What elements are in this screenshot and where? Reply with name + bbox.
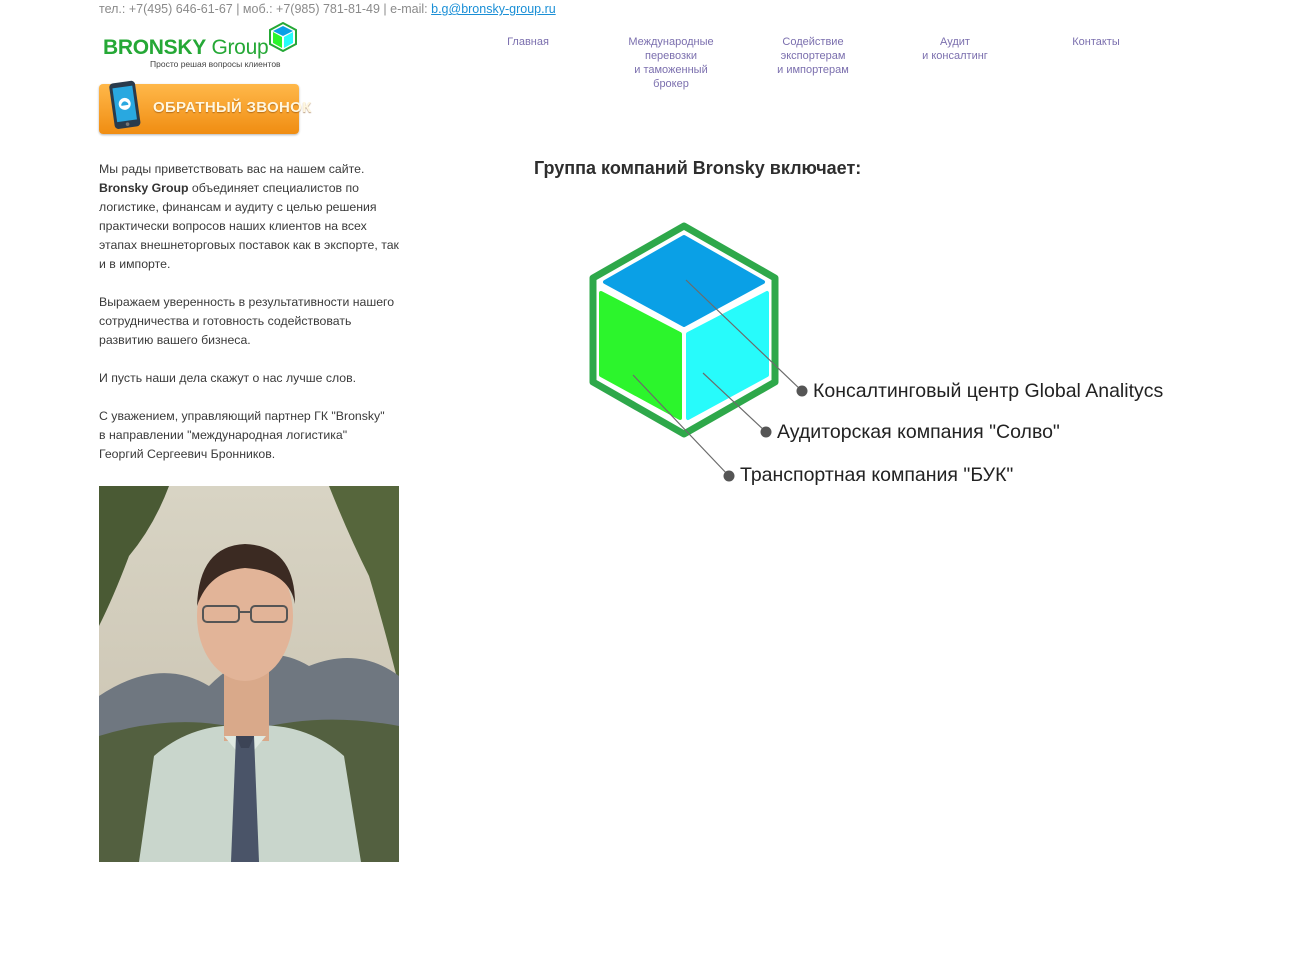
intro-paragraph-3: И пусть наши дела скажут о нас лучше сло…	[99, 371, 357, 385]
logo-wordmark: BRONSKY Group	[103, 36, 269, 59]
contact-line: тел.: +7(495) 646-61-67 | моб.: +7(985) …	[99, 2, 556, 16]
intro-paragraph-1: Мы рады приветствовать вас на нашем сайт…	[99, 162, 399, 271]
company-global-analitycs: Консалтинговый центр Global Analitycs	[813, 380, 1164, 402]
nav-audit-consulting[interactable]: Аудит и консалтинг	[885, 35, 1025, 63]
companies-diagram: Консалтинговый центр Global Analitycs Ау…	[580, 210, 1200, 510]
contact-phones: тел.: +7(495) 646-61-67 | моб.: +7(985) …	[99, 2, 432, 16]
logo[interactable]: BRONSKY Group Просто решая вопросы клиен…	[100, 22, 300, 72]
smartphone-icon	[109, 80, 141, 129]
main-navigation: Главная Международные перевозки и таможе…	[458, 35, 1168, 95]
nav-exporters-importers[interactable]: Содействие экспортерам и импортерам	[743, 35, 883, 77]
nav-contacts[interactable]: Контакты	[1026, 35, 1166, 49]
email-link[interactable]: b.g@bronsky-group.ru	[431, 2, 556, 16]
nav-home[interactable]: Главная	[458, 35, 598, 49]
connector-dot-3	[723, 470, 735, 482]
logo-cube-icon	[269, 22, 297, 52]
intro-paragraph-2: Выражаем уверенность в результативности …	[99, 295, 395, 347]
intro-text: Мы рады приветствовать вас на нашем сайт…	[99, 160, 404, 483]
director-photo	[99, 486, 399, 862]
company-solvo: Аудиторская компания "Солво"	[777, 421, 1060, 443]
nav-international-transport[interactable]: Международные перевозки и таможенный бро…	[601, 35, 741, 91]
company-buk: Транспортная компания "БУК"	[740, 464, 1014, 486]
connector-dot-1	[796, 385, 808, 397]
companies-heading: Группа компаний Bronsky включает:	[534, 158, 862, 178]
callback-label: ОБРАТНЫЙ ЗВОНОК	[153, 99, 312, 116]
connector-dot-2	[760, 426, 772, 438]
callback-button[interactable]: ОБРАТНЫЙ ЗВОНОК	[99, 80, 311, 134]
logo-slogan: Просто решая вопросы клиентов	[150, 59, 281, 69]
intro-signature: С уважением, управляющий партнер ГК "Bro…	[99, 409, 385, 461]
